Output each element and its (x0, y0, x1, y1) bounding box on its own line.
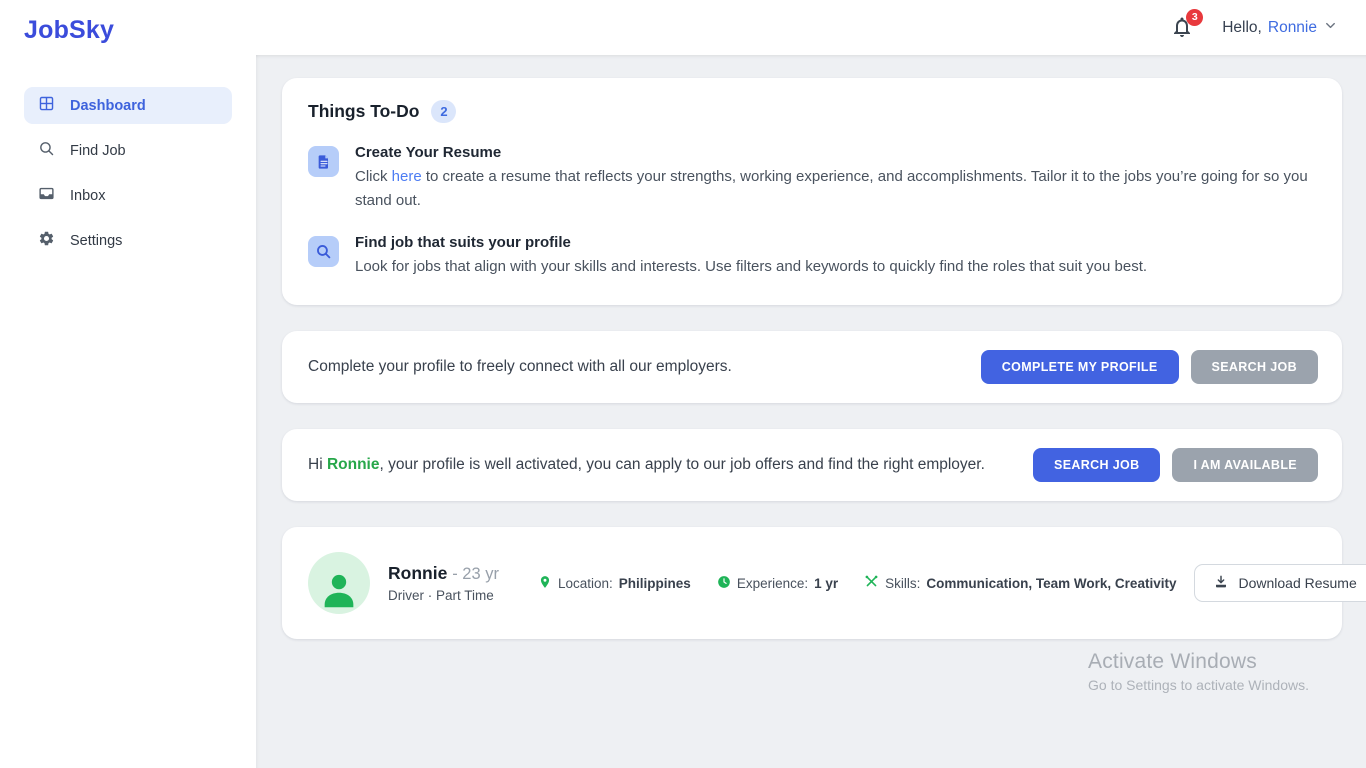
sidebar-item-label: Find Job (70, 143, 126, 159)
complete-profile-banner: Complete your profile to freely connect … (282, 331, 1342, 403)
watermark-subtitle: Go to Settings to activate Windows. (1088, 677, 1309, 693)
todo-item-title: Create Your Resume (355, 144, 1316, 161)
search-icon (38, 140, 55, 161)
banner-message: Hi Ronnie, your profile is well activate… (308, 456, 985, 474)
bell-icon (1170, 26, 1194, 43)
create-resume-link[interactable]: here (392, 168, 422, 185)
todo-item-find-job: Find job that suits your profile Look fo… (308, 234, 1316, 279)
sidebar-nav: Dashboard Find Job Inbox Settings (0, 87, 256, 259)
header: 3 Hello, Ronnie (256, 0, 1366, 55)
sidebar-item-label: Dashboard (70, 98, 146, 114)
download-icon (1213, 574, 1229, 593)
profile-name: Ronnie (388, 563, 447, 583)
todo-count-badge: 2 (431, 100, 456, 123)
user-menu[interactable]: Hello, Ronnie (1222, 18, 1338, 38)
clock-icon (717, 575, 731, 592)
profile-age: - 23 yr (452, 565, 499, 583)
person-icon (317, 567, 361, 614)
sidebar-item-label: Inbox (70, 188, 105, 204)
download-resume-label: Download Resume (1238, 575, 1356, 591)
todo-item-title: Find job that suits your profile (355, 234, 1147, 251)
experience-value: 1 yr (814, 576, 838, 591)
skills-value: Communication, Team Work, Creativity (926, 576, 1176, 591)
gear-icon (38, 230, 55, 251)
banner-message: Complete your profile to freely connect … (308, 358, 732, 376)
location-pin-icon (538, 575, 552, 592)
status-text: , your profile is well activated, you ca… (379, 456, 984, 473)
i-am-available-button[interactable]: I AM AVAILABLE (1172, 448, 1318, 482)
document-icon (308, 146, 339, 177)
desc-text: to create a resume that reflects your st… (355, 168, 1308, 209)
notifications-button[interactable]: 3 (1170, 15, 1196, 41)
experience-label: Experience: (737, 576, 808, 591)
complete-my-profile-button[interactable]: COMPLETE MY PROFILE (981, 350, 1179, 384)
tools-icon (864, 574, 879, 592)
chevron-down-icon (1323, 18, 1338, 38)
sidebar-item-dashboard[interactable]: Dashboard (24, 87, 232, 124)
sidebar-item-find-job[interactable]: Find Job (24, 132, 232, 169)
username-highlight: Ronnie (327, 456, 380, 473)
location-meta: Location: Philippines (538, 575, 691, 592)
sidebar-item-label: Settings (70, 233, 122, 249)
sidebar: JobSky Dashboard Find Job Inbox Settings (0, 0, 256, 768)
todo-item-create-resume: Create Your Resume Click here to create … (308, 144, 1316, 213)
greeting-text: Hello, (1222, 19, 1262, 37)
desc-text: Click (355, 168, 392, 185)
status-text: Hi (308, 456, 327, 473)
skills-label: Skills: (885, 576, 920, 591)
skills-meta: Skills: Communication, Team Work, Creati… (864, 574, 1176, 592)
avatar (308, 552, 370, 614)
watermark-title: Activate Windows (1088, 650, 1309, 674)
username-text: Ronnie (1268, 19, 1317, 37)
profile-summary-card: Ronnie - 23 yr Driver · Part Time Locati… (282, 527, 1342, 639)
location-label: Location: (558, 576, 613, 591)
notification-count-badge: 3 (1186, 9, 1203, 26)
search-job-button[interactable]: SEARCH JOB (1033, 448, 1160, 482)
download-resume-button[interactable]: Download Resume (1194, 564, 1366, 602)
search-job-button[interactable]: SEARCH JOB (1191, 350, 1318, 384)
sidebar-item-settings[interactable]: Settings (24, 222, 232, 259)
profile-subtitle: Driver · Part Time (388, 588, 506, 603)
search-icon (308, 236, 339, 267)
dashboard-grid-icon (38, 95, 55, 116)
main-content: Things To-Do 2 Create Your Resume Click … (256, 55, 1366, 768)
profile-status-banner: Hi Ronnie, your profile is well activate… (282, 429, 1342, 501)
todo-card-title: Things To-Do (308, 101, 419, 122)
app-logo[interactable]: JobSky (0, 0, 256, 45)
location-value: Philippines (619, 576, 691, 591)
inbox-icon (38, 185, 55, 206)
things-todo-card: Things To-Do 2 Create Your Resume Click … (282, 78, 1342, 305)
todo-item-description: Look for jobs that align with your skill… (355, 255, 1147, 279)
windows-activation-watermark: Activate Windows Go to Settings to activ… (1088, 650, 1309, 693)
experience-meta: Experience: 1 yr (717, 575, 838, 592)
sidebar-item-inbox[interactable]: Inbox (24, 177, 232, 214)
todo-item-description: Click here to create a resume that refle… (355, 165, 1316, 213)
